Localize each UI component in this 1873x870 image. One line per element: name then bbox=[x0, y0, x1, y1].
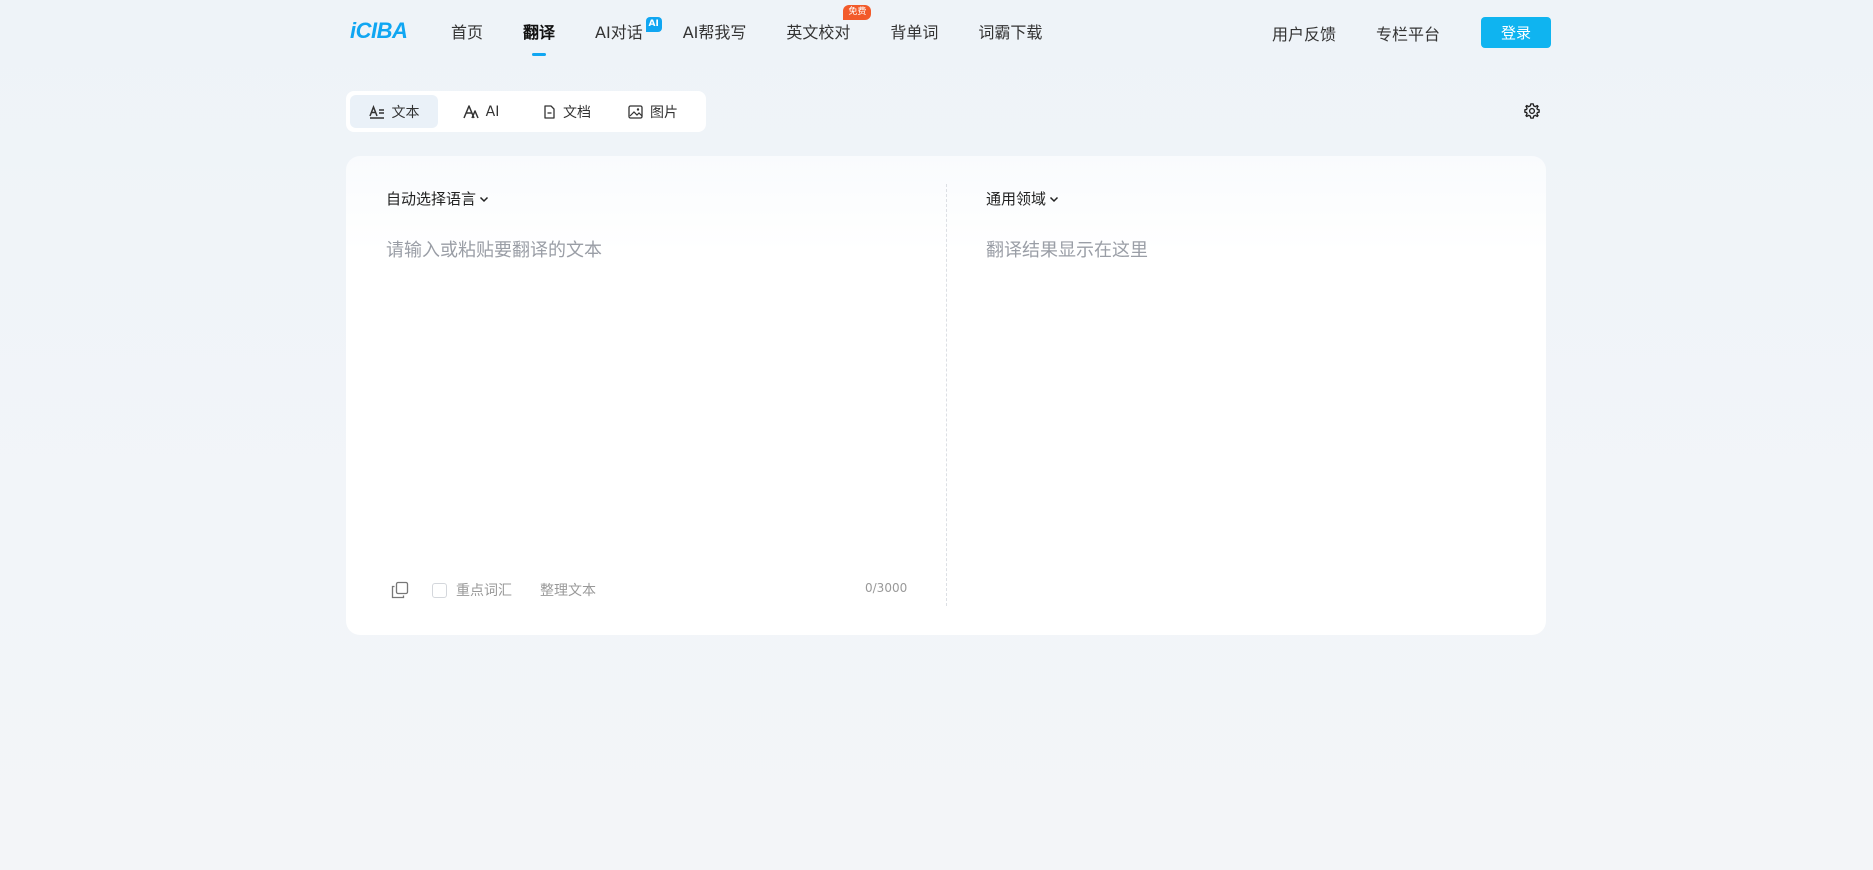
tidy-text-button[interactable]: 整理文本 bbox=[540, 580, 596, 600]
tab-label: 文本 bbox=[391, 104, 420, 121]
source-language-select[interactable]: 自动选择语言 bbox=[386, 188, 489, 209]
translate-panel: 自动选择语言 重点词汇 整理文本 0/3000 通用领域 翻译结 bbox=[346, 156, 1546, 635]
source-text-input[interactable] bbox=[386, 236, 906, 536]
tab-document[interactable]: 文档 bbox=[524, 95, 610, 128]
settings-gear-icon[interactable] bbox=[1523, 102, 1541, 120]
nav-item-label: AI对话 bbox=[595, 23, 643, 42]
column-platform-link[interactable]: 专栏平台 bbox=[1376, 21, 1440, 45]
source-toolbar: 重点词汇 整理文本 bbox=[391, 580, 596, 600]
checkbox-box bbox=[432, 582, 447, 598]
copy-icon[interactable] bbox=[391, 581, 409, 599]
translate-mode-tabs: 文本 AI 文档 图片 bbox=[346, 91, 706, 132]
domain-select[interactable]: 通用领域 bbox=[986, 188, 1059, 209]
nav-item-ai-chat[interactable]: AI对话 AI bbox=[595, 0, 662, 66]
ai-badge: AI bbox=[645, 17, 662, 32]
nav-item-label: 词霸下载 bbox=[978, 23, 1043, 42]
panel-divider bbox=[946, 184, 947, 606]
nav-item-label: 英文校对 bbox=[786, 23, 851, 42]
feedback-link[interactable]: 用户反馈 bbox=[1272, 21, 1336, 45]
main-nav: 首页 翻译 AI对话 AI AI帮我写 英文校对 免费 背单词 词霸下载 bbox=[451, 0, 1082, 66]
translation-output: 翻译结果显示在这里 bbox=[986, 240, 1148, 261]
login-button[interactable]: 登录 bbox=[1481, 17, 1551, 48]
chevron-down-icon bbox=[479, 196, 489, 202]
ai-mode-icon bbox=[462, 104, 479, 118]
nav-item-vocab[interactable]: 背单词 bbox=[890, 0, 938, 66]
nav-item-download[interactable]: 词霸下载 bbox=[978, 0, 1042, 66]
source-language-label: 自动选择语言 bbox=[386, 190, 477, 208]
nav-item-proofread[interactable]: 英文校对 免费 bbox=[786, 0, 872, 66]
nav-item-label: 首页 bbox=[451, 23, 484, 42]
nav-item-home[interactable]: 首页 bbox=[451, 0, 483, 66]
iciba-logo[interactable]: iCIBA bbox=[350, 18, 408, 44]
nav-item-label: AI帮我写 bbox=[682, 23, 747, 42]
nav-item-translate[interactable]: 翻译 bbox=[523, 0, 555, 66]
header-right-links: 用户反馈 专栏平台 bbox=[1272, 0, 1480, 66]
char-counter: 0/3000 bbox=[865, 581, 908, 595]
tab-ai[interactable]: AI bbox=[438, 95, 524, 128]
image-icon bbox=[628, 104, 643, 119]
nav-item-label: 背单词 bbox=[890, 23, 939, 42]
domain-label: 通用领域 bbox=[986, 190, 1047, 208]
chevron-down-icon bbox=[1049, 196, 1059, 202]
tab-label: AI bbox=[485, 103, 500, 120]
tab-text[interactable]: 文本 bbox=[350, 95, 438, 128]
free-badge: 免费 bbox=[843, 5, 872, 20]
key-vocab-label: 重点词汇 bbox=[456, 583, 512, 599]
page: iCIBA 首页 翻译 AI对话 AI AI帮我写 英文校对 免费 背单词 词霸… bbox=[0, 0, 1873, 870]
top-header: iCIBA 首页 翻译 AI对话 AI AI帮我写 英文校对 免费 背单词 词霸… bbox=[0, 0, 1873, 66]
document-icon bbox=[544, 104, 555, 119]
tab-image[interactable]: 图片 bbox=[610, 95, 696, 128]
tab-label: 图片 bbox=[650, 104, 678, 121]
nav-item-label: 翻译 bbox=[523, 23, 556, 42]
nav-item-ai-write[interactable]: AI帮我写 bbox=[683, 0, 747, 66]
text-mode-icon bbox=[368, 104, 384, 119]
key-vocab-checkbox[interactable]: 重点词汇 bbox=[432, 580, 512, 600]
tab-label: 文档 bbox=[563, 104, 591, 121]
